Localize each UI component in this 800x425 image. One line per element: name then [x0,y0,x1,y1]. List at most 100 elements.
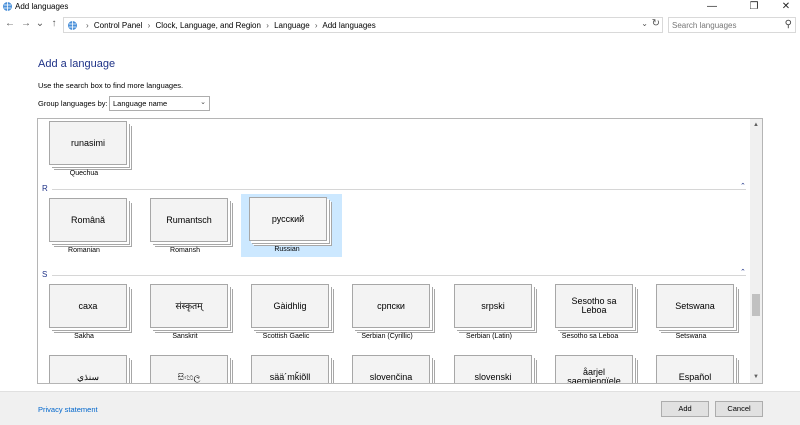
language-native-name: Setswana [675,300,715,311]
language-tile-sinhala[interactable]: සිංහල [142,352,242,383]
language-card: sää´mǩiõll [251,355,329,383]
language-name: Russian [274,246,300,253]
language-native-name: සිංහල [177,371,201,382]
address-bar-row: ← → ⌄ ↑ › Control Panel › Clock, Languag… [0,14,800,34]
language-name: Serbian (Latin) [466,333,512,340]
language-tile-skolt-sami[interactable]: sää´mǩiõll [243,352,343,383]
language-tile-quechua[interactable]: runasimi Quechua [41,119,141,181]
close-button[interactable]: ✕ [772,0,800,14]
language-native-name: åarjel saemiengïele [567,367,621,384]
language-tile-romanian[interactable]: Română Romanian [41,195,141,258]
language-name: Romansh [170,247,200,254]
language-card: саха [49,284,127,328]
collapse-icon[interactable]: ⌃ [740,268,746,276]
search-icon[interactable]: ⚲ [785,19,792,30]
breadcrumb: › Control Panel › Clock, Language, and R… [83,20,376,31]
breadcrumb-control-panel[interactable]: Control Panel [94,21,142,30]
privacy-statement-link[interactable]: Privacy statement [38,405,98,414]
group-by-label: Group languages by: [38,99,108,108]
recent-locations-button[interactable]: ⌄ [34,17,46,31]
language-card: slovenčina [352,355,430,383]
language-native-name: Gàidhlig [273,300,307,311]
language-native-name: Español [678,371,712,382]
footer-bar: Privacy statement Add Cancel [0,391,800,425]
language-card: संस्कृतम् [150,284,228,328]
language-tile-spanish[interactable]: Español [648,352,748,383]
language-tile-sanskrit[interactable]: संस्कृतम् Sanskrit [142,281,242,344]
vertical-scrollbar[interactable]: ▲ ▼ [750,119,762,383]
language-name: Serbian (Cyrillic) [361,333,413,340]
language-tile-romansh[interactable]: Rumantsch Romansh [142,195,242,258]
language-card: Setswana [656,284,734,328]
breadcrumb-add-languages[interactable]: Add languages [322,21,375,30]
search-placeholder: Search languages [672,21,737,30]
breadcrumb-language[interactable]: Language [274,21,310,30]
control-panel-icon [68,21,77,30]
language-native-name: slovenčina [369,371,413,382]
language-card: srpski [454,284,532,328]
language-name: Sakha [74,333,94,340]
group-by-value: Language name [113,99,168,108]
forward-button[interactable]: → [20,17,32,31]
search-input[interactable]: Search languages ⚲ [668,17,796,33]
address-box[interactable]: › Control Panel › Clock, Language, and R… [63,17,663,33]
language-name: Quechua [69,170,99,177]
language-card: Română [49,198,127,242]
add-button[interactable]: Add [661,401,709,417]
title-bar: Add languages — ❐ ✕ [0,0,800,14]
language-tile-setswana[interactable]: Setswana Setswana [648,281,748,344]
language-name: Romanian [68,247,100,254]
language-tile-serbian-cyrillic[interactable]: српски Serbian (Cyrillic) [344,281,444,344]
refresh-icon[interactable]: ↻ [652,18,660,29]
language-tile-slovenian[interactable]: slovenski [446,352,546,383]
language-tile-slovak[interactable]: slovenčina [344,352,444,383]
back-button[interactable]: ← [4,17,16,31]
language-tile-russian[interactable]: русский Russian [241,194,342,257]
language-name: Setswana [675,333,707,340]
language-card: русский [249,197,327,241]
language-list: runasimi Quechua R ⌃ Română Romanian Rum… [37,118,763,384]
language-tile-sesotho-sa-leboa[interactable]: Sesotho sa Leboa Sesotho sa Leboa [547,281,647,344]
language-tile-serbian-latin[interactable]: srpski Serbian (Latin) [446,281,546,344]
section-divider [52,275,746,276]
language-native-name: Sesotho sa Leboa [571,296,617,315]
language-card: සිංහල [150,355,228,383]
language-tile-scottish-gaelic[interactable]: Gàidhlig Scottish Gaelic [243,281,343,344]
restore-button[interactable]: ❐ [740,0,768,14]
language-native-name: sää´mǩiõll [269,371,311,382]
chevron-right-icon: › [86,21,89,30]
chevron-right-icon: › [266,21,269,30]
language-card: српски [352,284,430,328]
language-card: Sesotho sa Leboa [555,284,633,328]
window-title: Add languages [15,2,69,11]
language-native-name: srpski [481,300,505,311]
language-native-name: саха [78,300,98,311]
chevron-down-icon[interactable]: ⌄ [641,19,648,28]
section-letter-r: R [42,184,48,193]
language-native-name: српски [377,300,405,311]
section-divider [52,189,746,190]
scroll-down-icon[interactable]: ▼ [750,371,762,383]
page-title: Add a language [38,58,116,70]
globe-icon [3,2,12,11]
collapse-icon[interactable]: ⌃ [740,182,746,190]
language-native-name: runasimi [70,137,105,148]
minimize-button[interactable]: — [698,0,726,14]
language-card: Gàidhlig [251,284,329,328]
cancel-button[interactable]: Cancel [715,401,763,417]
scroll-up-icon[interactable]: ▲ [750,119,762,131]
language-tile-sindhi[interactable]: سنڌي [41,352,141,383]
chevron-down-icon: ⌄ [200,99,206,106]
group-by-select[interactable]: Language name ⌄ [109,96,210,111]
language-tile-sakha[interactable]: саха Sakha [41,281,141,344]
language-native-name: Română [70,214,106,225]
language-card: Rumantsch [150,198,228,242]
up-button[interactable]: ↑ [48,17,60,31]
language-card: سنڌي [49,355,127,383]
scrollbar-thumb[interactable] [752,294,760,316]
breadcrumb-clock-language-region[interactable]: Clock, Language, and Region [156,21,261,30]
language-name: Scottish Gaelic [262,333,310,340]
language-native-name: slovenski [474,371,512,382]
language-native-name: русский [271,213,305,224]
language-tile-southern-sami[interactable]: åarjel saemiengïele [547,352,647,384]
